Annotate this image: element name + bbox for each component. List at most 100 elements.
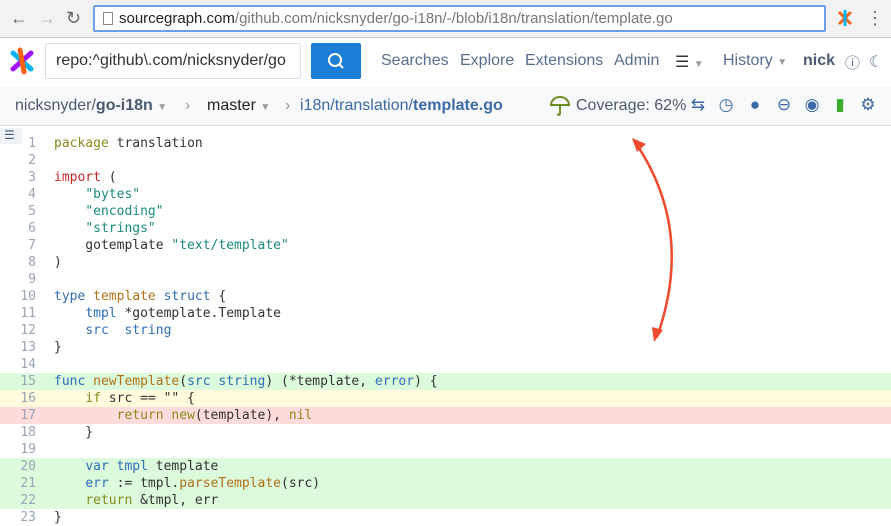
- coverage-toggle[interactable]: Coverage: 62%: [576, 97, 686, 115]
- search-button[interactable]: [311, 43, 361, 79]
- browser-toolbar: ← → ↻ sourcegraph.com/github.com/nicksny…: [0, 0, 891, 38]
- line-number[interactable]: 16: [0, 390, 36, 407]
- code-token: string: [218, 374, 266, 389]
- wrap-lines-icon[interactable]: ⇆: [688, 95, 708, 115]
- forward-icon[interactable]: →: [38, 8, 56, 28]
- chevron-right-icon: ›: [185, 97, 191, 114]
- line-number[interactable]: 7: [0, 237, 36, 254]
- line-number[interactable]: 17: [0, 407, 36, 424]
- repo-breadcrumb[interactable]: nicksnyder/go-i18n ▼: [15, 97, 167, 115]
- line-number[interactable]: 19: [0, 441, 36, 458]
- code-token: template: [147, 459, 219, 474]
- line-number[interactable]: 5: [0, 203, 36, 220]
- code-token: err: [85, 476, 109, 491]
- code-view: 1 package translation 2 3 import (4 "bytes" 5…: [0, 135, 891, 526]
- line-code: ): [54, 254, 62, 271]
- line-number[interactable]: 8: [0, 254, 36, 271]
- code-token: "strings": [85, 221, 156, 236]
- back-icon[interactable]: ←: [10, 8, 28, 28]
- reload-icon[interactable]: ↻: [66, 8, 81, 28]
- line-code: }: [54, 509, 62, 526]
- line-number[interactable]: 23: [0, 509, 36, 526]
- code-token: struct: [163, 289, 211, 304]
- branch-selector[interactable]: master ▼: [207, 97, 270, 115]
- sourcegraph-extension-icon[interactable]: [836, 9, 854, 27]
- code-line: 5 "encoding": [0, 203, 891, 220]
- code-line: 13}: [0, 339, 891, 356]
- line-number[interactable]: 12: [0, 322, 36, 339]
- line-number[interactable]: 11: [0, 305, 36, 322]
- history-icon[interactable]: ◷: [716, 95, 736, 115]
- line-number[interactable]: 21: [0, 475, 36, 492]
- line-code: func newTemplate(src string) (*template,…: [54, 373, 438, 390]
- code-line: 17 return new(template), nil: [0, 407, 891, 424]
- line-number[interactable]: 15: [0, 373, 36, 390]
- plug-icon[interactable]: ▮: [830, 95, 850, 115]
- nav-searches[interactable]: Searches: [381, 52, 449, 70]
- code-token: := tmpl.: [108, 476, 180, 491]
- line-number[interactable]: 1: [0, 135, 36, 152]
- line-number[interactable]: 13: [0, 339, 36, 356]
- code-token: string: [124, 323, 172, 338]
- line-number[interactable]: 20: [0, 458, 36, 475]
- line-number[interactable]: 22: [0, 492, 36, 509]
- search-input[interactable]: repo:^github\.com/nicksnyder/go: [45, 43, 301, 79]
- nav-explore[interactable]: Explore: [460, 52, 514, 70]
- line-number[interactable]: 6: [0, 220, 36, 237]
- menu-icon[interactable]: ⋮: [866, 8, 884, 28]
- code-token: newTemplate: [93, 374, 180, 389]
- line-number[interactable]: 9: [0, 271, 36, 288]
- line-number[interactable]: 18: [0, 424, 36, 441]
- code-line: 6 "strings": [0, 220, 891, 237]
- link-icon[interactable]: ⊖: [774, 95, 794, 115]
- nav-history[interactable]: History ▼: [723, 52, 787, 70]
- code-token: import: [54, 170, 101, 185]
- hamburger-menu-icon[interactable]: ☰ ▼: [675, 52, 704, 72]
- nav-extensions[interactable]: Extensions: [525, 52, 603, 70]
- code-token: ) (*template,: [265, 374, 375, 389]
- code-token: {: [210, 289, 227, 304]
- line-code: if src == "" {: [54, 390, 195, 407]
- line-number[interactable]: 10: [0, 288, 36, 305]
- sourcegraph-logo[interactable]: [8, 47, 36, 75]
- code-token: package: [54, 136, 109, 151]
- code-token: new: [171, 408, 195, 423]
- code-line: 2: [0, 152, 891, 169]
- code-token: return: [116, 408, 164, 423]
- code-line: 10 type template struct {: [0, 288, 891, 305]
- search-icon: [328, 53, 344, 69]
- code-line: 21 err := tmpl.parseTemplate(src): [0, 475, 891, 492]
- code-line: 1 package translation: [0, 135, 891, 152]
- line-code: "encoding": [54, 203, 163, 220]
- line-code: package translation: [54, 135, 203, 152]
- line-number[interactable]: 3: [0, 169, 36, 186]
- address-bar[interactable]: sourcegraph.com/github.com/nicksnyder/go…: [93, 5, 826, 32]
- line-code: var tmpl template: [54, 458, 218, 475]
- user-menu[interactable]: nick: [803, 52, 835, 70]
- theme-moon-icon[interactable]: ☾: [869, 52, 883, 72]
- line-number[interactable]: 4: [0, 186, 36, 203]
- code-token: gotemplate: [54, 238, 172, 253]
- code-token: "bytes": [85, 187, 141, 202]
- line-number[interactable]: 14: [0, 356, 36, 373]
- code-token: tmpl: [116, 459, 148, 474]
- code-token: tmpl: [85, 306, 117, 321]
- help-icon[interactable]: ⓘ: [845, 52, 860, 73]
- line-code: tmpl *gotemplate.Template: [54, 305, 281, 322]
- line-code: }: [54, 424, 93, 441]
- github-icon[interactable]: ◉: [802, 95, 822, 115]
- line-number[interactable]: 2: [0, 152, 36, 169]
- code-line: 16 if src == "" {: [0, 390, 891, 407]
- code-token: src == "" {: [100, 391, 195, 406]
- settings-gear-icon[interactable]: ⚙: [858, 95, 878, 115]
- comment-icon[interactable]: ●: [745, 95, 765, 115]
- nav-admin[interactable]: Admin: [614, 52, 659, 70]
- code-token: parseTemplate: [179, 476, 281, 491]
- chevron-right-icon: ›: [285, 97, 291, 114]
